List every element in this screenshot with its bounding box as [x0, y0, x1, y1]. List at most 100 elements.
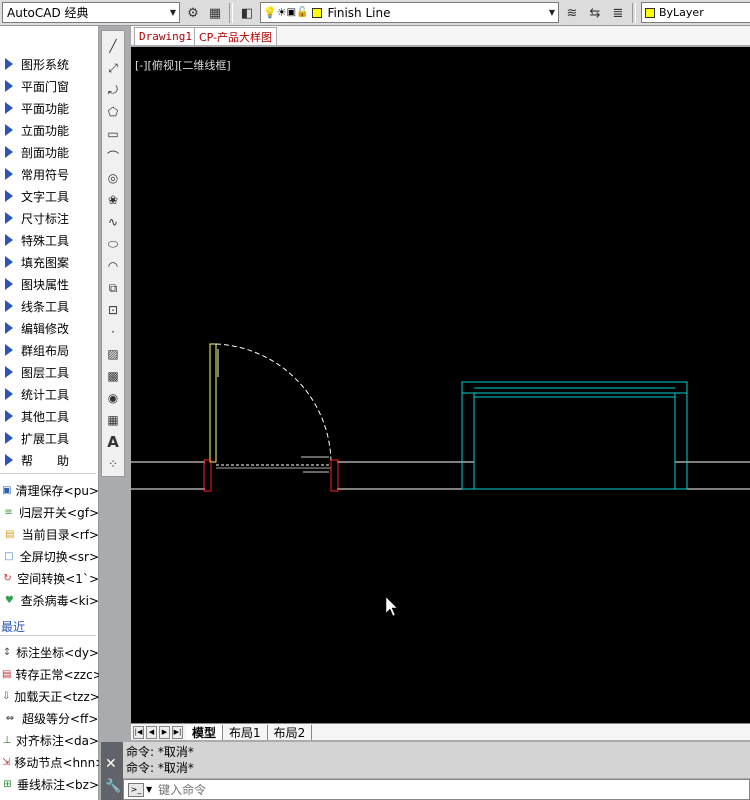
recent-item[interactable]: ⇔ 超级等分<ff> — [0, 707, 99, 729]
recent-item[interactable]: ⇲ 移动节点<hnn> — [0, 751, 99, 773]
first-tab-icon[interactable]: |◀ — [133, 725, 144, 739]
command-prompt-icon[interactable]: >_ — [128, 782, 144, 797]
hatch-icon[interactable]: ▨ — [104, 345, 122, 363]
menu-item-label: 帮 助 — [21, 453, 70, 468]
gradient-icon[interactable]: ▩ — [104, 367, 122, 385]
wall-lines — [131, 461, 750, 490]
tab-drawing1[interactable]: Drawing1 — [134, 27, 197, 45]
quick-item[interactable]: ▣ 清理保存<pu> — [0, 479, 99, 501]
tab-product-detail[interactable]: CP-产品大样图 — [194, 27, 278, 45]
chevron-down-icon: ▼ — [169, 8, 177, 17]
polyline-icon[interactable]: ⤾ — [104, 81, 122, 99]
menu-item[interactable]: 群组布局 — [0, 339, 99, 361]
insert-block-icon[interactable]: ⧉ — [104, 279, 122, 297]
color-control-swatch — [645, 7, 655, 18]
quick-item[interactable]: ≡ 归层开关<gf> — [0, 501, 99, 523]
color-control-dropdown[interactable]: ByLayer — [641, 2, 750, 23]
layer-manager-icon[interactable]: ◧ — [237, 3, 257, 23]
menu-item[interactable]: 编辑修改 — [0, 317, 99, 339]
menu-item[interactable]: 图层工具 — [0, 361, 99, 383]
triangle-right-icon — [5, 432, 13, 444]
spline-icon[interactable]: ∿ — [104, 213, 122, 231]
recent-item[interactable]: ▤ 转存正常<zzc> — [0, 663, 99, 685]
triangle-right-icon — [5, 234, 13, 246]
triangle-right-icon — [5, 454, 13, 466]
table-icon[interactable]: ▦ — [104, 411, 122, 429]
menu-item[interactable]: 帮 助 — [0, 449, 99, 471]
menu-item[interactable]: 其他工具 — [0, 405, 99, 427]
revision-cloud-icon[interactable]: ❀ — [104, 191, 122, 209]
folder-icon: ▤ — [5, 528, 15, 540]
command-input[interactable] — [158, 782, 749, 797]
tab-model[interactable]: 模型 — [186, 724, 224, 740]
line-icon[interactable]: ╱ — [104, 37, 122, 55]
recent-item[interactable]: ⊞ 垂线标注<bz> — [0, 773, 99, 795]
chevron-down-icon[interactable]: ▼ — [146, 785, 152, 794]
menu-item[interactable]: 文字工具 — [0, 185, 99, 207]
menu-item[interactable]: 立面功能 — [0, 119, 99, 141]
workspace-dropdown[interactable]: AutoCAD 经典 ▼ — [2, 2, 180, 23]
polygon-icon[interactable]: ⬠ — [104, 103, 122, 121]
make-current-layer-icon[interactable]: ≋ — [562, 3, 582, 23]
menu-item[interactable]: 特殊工具 — [0, 229, 99, 251]
tab-layout2[interactable]: 布局2 — [268, 724, 313, 740]
circle-icon[interactable]: ◎ — [104, 169, 122, 187]
menu-item[interactable]: 平面门窗 — [0, 75, 99, 97]
quick-item[interactable]: □ 全屏切换<sr> — [0, 545, 99, 567]
convert-icon: ▤ — [2, 668, 12, 680]
ellipse-icon[interactable]: ⬭ — [104, 235, 122, 253]
quick-item-label: 查杀病毒<ki> — [20, 593, 99, 608]
wrench-icon[interactable]: 🔧 — [105, 779, 121, 794]
window-symbol — [461, 381, 688, 490]
layer-previous-icon[interactable]: ⇆ — [585, 3, 605, 23]
menu-item[interactable]: 线条工具 — [0, 295, 99, 317]
layer-on-icon: 💡 — [263, 6, 277, 19]
last-tab-icon[interactable]: ▶| — [172, 725, 183, 739]
recent-item[interactable]: ↕ 标注坐标<dy> — [0, 641, 99, 663]
workspace-settings-icon[interactable]: ⚙ — [183, 3, 203, 23]
menu-item[interactable]: 平面功能 — [0, 97, 99, 119]
layer-name: Finish Line — [327, 5, 391, 20]
ellipse-arc-icon[interactable]: ◠ — [104, 257, 122, 275]
align-dim-icon: ⊥ — [2, 734, 12, 746]
tab-layout1[interactable]: 布局1 — [223, 724, 268, 740]
construction-line-icon[interactable]: ⤢ — [104, 59, 122, 77]
layer-color-swatch — [312, 7, 323, 18]
rectangle-icon[interactable]: ▭ — [104, 125, 122, 143]
load-icon: ⇩ — [2, 690, 11, 702]
menu-item[interactable]: 扩展工具 — [0, 427, 99, 449]
layers-icon: ≡ — [4, 506, 13, 518]
quick-item[interactable]: ▤ 当前目录<rf> — [0, 523, 99, 545]
recent-item-label: 对齐标注<da> — [15, 733, 99, 748]
quick-item[interactable]: ♥ 查杀病毒<ki> — [0, 589, 99, 611]
arc-icon[interactable]: ⌒ — [104, 147, 122, 165]
quick-item[interactable]: ↻ 空间转换<1`> — [0, 567, 99, 589]
menu-item-label: 平面功能 — [21, 101, 70, 116]
multiline-text-icon[interactable]: A — [104, 433, 122, 451]
triangle-right-icon — [5, 388, 13, 400]
point-icon[interactable]: · — [104, 323, 122, 341]
match-layer-icon[interactable]: ≣ — [608, 3, 628, 23]
add-selected-icon[interactable]: ⁘ — [104, 455, 122, 473]
drawing-canvas[interactable]: [-][俯视][二维线框] — [131, 47, 750, 723]
menu-item[interactable]: 统计工具 — [0, 383, 99, 405]
menu-item[interactable]: 尺寸标注 — [0, 207, 99, 229]
recent-item[interactable]: ⊥ 对齐标注<da> — [0, 729, 99, 751]
menu-item[interactable]: 填充图案 — [0, 251, 99, 273]
make-block-icon[interactable]: ⊡ — [104, 301, 122, 319]
customize-icon[interactable]: ▦ — [205, 3, 225, 23]
menu-item[interactable]: 图形系统 — [0, 53, 99, 75]
file-tabs-bar: Drawing1 CP-产品大样图 — [131, 26, 750, 46]
top-toolbar: AutoCAD 经典 ▼ ⚙ ▦ ◧ 💡 ☀ ▣ 🔓 Finish Line ▼… — [0, 0, 750, 26]
recent-item[interactable]: ⇩ 加载天正<tzz> — [0, 685, 99, 707]
menu-item[interactable]: 图块属性 — [0, 273, 99, 295]
layer-dropdown[interactable]: 💡 ☀ ▣ 🔓 Finish Line ▼ — [260, 2, 559, 23]
region-icon[interactable]: ◉ — [104, 389, 122, 407]
menu-item[interactable]: 剖面功能 — [0, 141, 99, 163]
triangle-right-icon — [5, 124, 13, 136]
next-tab-icon[interactable]: ▶ — [159, 725, 170, 739]
quick-item-label: 归层开关<gf> — [19, 505, 99, 520]
close-icon[interactable]: ✕ — [105, 756, 117, 772]
menu-item[interactable]: 常用符号 — [0, 163, 99, 185]
prev-tab-icon[interactable]: ◀ — [146, 725, 157, 739]
